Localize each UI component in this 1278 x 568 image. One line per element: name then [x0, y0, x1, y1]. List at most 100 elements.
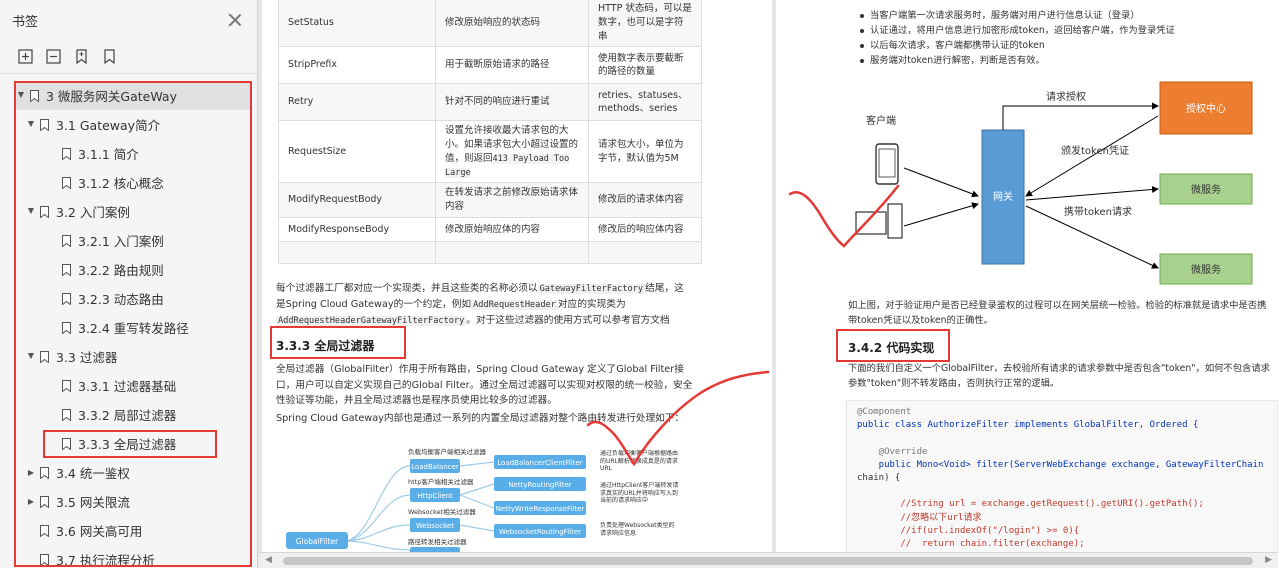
- collapse-arrow-icon[interactable]: [48, 149, 58, 159]
- cell-filter-name: ModifyRequestBody: [278, 182, 436, 218]
- bookmark-item[interactable]: ▲ 3.2 入门案例: [14, 197, 250, 226]
- code-line: public Mono<Void> filter(ServerWebExchan…: [857, 459, 1264, 470]
- collapse-arrow-icon[interactable]: ▲: [26, 120, 36, 130]
- collapse-arrow-icon[interactable]: [48, 410, 58, 420]
- bookmark-item[interactable]: 3.3.2 局部过滤器: [14, 400, 250, 429]
- bookmarks-panel: 书签 ▲ 3 微服务网关GateWay ▲ 3.1 Gateway简介 3.1.1 简介…: [0, 0, 258, 568]
- bookmark-item[interactable]: ▲ 3.3 过滤器: [14, 342, 250, 371]
- bookmark-icon: [62, 234, 71, 247]
- bookmark-item[interactable]: 3.2.3 动态路由: [14, 284, 250, 313]
- bookmark-label: 3.1.2 核心概念: [78, 176, 164, 191]
- bookmark-label: 3.2.4 重写转发路径: [78, 321, 189, 336]
- code-line: //if(url.indexOf("/login") >= 0){: [857, 525, 1080, 536]
- bookmark-label: 3.5 网关限流: [56, 495, 130, 510]
- code-line: @Component: [857, 407, 912, 417]
- bookmark-item[interactable]: 3.1.1 简介: [14, 139, 250, 168]
- auth-flow-diagram: 客户端 网关 授权中心 微服务 微服务 请求授权 颁发token凭证 携带tok…: [855, 81, 1253, 285]
- scrollbar-thumb[interactable]: [283, 557, 1253, 565]
- collapse-arrow-icon[interactable]: [26, 555, 36, 565]
- bookmark-label: 3.2.2 路由规则: [78, 263, 164, 278]
- bookmarks-header: 书签: [0, 0, 257, 40]
- bookmark-item[interactable]: ▲ 3.1 Gateway简介: [14, 110, 250, 139]
- bookmark-label: 3.1 Gateway简介: [56, 118, 161, 133]
- collapse-arrow-icon[interactable]: [48, 439, 58, 449]
- scroll-left-icon[interactable]: ◀: [265, 555, 272, 565]
- add-bookmark-icon[interactable]: [72, 48, 90, 66]
- bookmark-label: 3.3.3 全局过滤器: [78, 437, 177, 452]
- bookmark-icon: [62, 408, 71, 421]
- svg-text:Websocket相关过滤器: Websocket相关过滤器: [408, 507, 476, 516]
- cell-filter-effect: 设置允许接收最大请求包的大小。如果请求包大小超过设置的值，则返回413 Payl…: [435, 120, 589, 184]
- svg-text:Websocket: Websocket: [416, 522, 454, 530]
- collapse-arrow-icon[interactable]: [48, 294, 58, 304]
- horizontal-scrollbar[interactable]: ◀ ▶: [259, 552, 1278, 568]
- bookmark-icon: [30, 89, 39, 102]
- svg-text:负载均衡客户端相关过滤器: 负载均衡客户端相关过滤器: [408, 447, 487, 456]
- cell-filter-param: 请求包大小，单位为字节，默认值为5M: [588, 120, 702, 184]
- bookmark-item[interactable]: 3.6 网关高可用: [14, 516, 250, 545]
- table-row: RequestSize 设置允许接收最大请求包的大小。如果请求包大小超过设置的值，…: [278, 120, 702, 184]
- collapse-arrow-icon[interactable]: ▲: [16, 91, 26, 101]
- bookmark-icon: [62, 379, 71, 392]
- collapse-arrow-icon[interactable]: [48, 381, 58, 391]
- list-item: 服务端对token进行解密，判断是否有效。: [860, 53, 1175, 68]
- code-line: // return chain.filter(exchange);: [857, 539, 1085, 549]
- bookmark-item[interactable]: 3.2.1 入门案例: [14, 226, 250, 255]
- bookmark-icon[interactable]: [100, 48, 118, 66]
- expand-arrow-icon[interactable]: ▶: [26, 468, 36, 478]
- bookmark-item[interactable]: 3.7 执行流程分析: [14, 545, 250, 568]
- bookmark-label: 3.6 网关高可用: [56, 524, 143, 539]
- cell-filter-effect: 修改原始响应体的内容: [435, 216, 589, 242]
- collapse-arrow-icon[interactable]: [48, 236, 58, 246]
- cell-filter-name: SetStatus: [278, 0, 436, 48]
- bookmark-item[interactable]: 3.1.2 核心概念: [14, 168, 250, 197]
- bookmarks-toolbar: [0, 40, 257, 74]
- collapse-arrow-icon[interactable]: [48, 178, 58, 188]
- bookmark-label: 3.7 执行流程分析: [56, 553, 155, 568]
- scroll-right-icon[interactable]: ▶: [1265, 555, 1272, 565]
- cell-filter-param: 修改后的响应体内容: [588, 216, 702, 242]
- bookmark-item[interactable]: 3.3.1 过滤器基础: [14, 371, 250, 400]
- bookmark-item[interactable]: 3.2.4 重写转发路径: [14, 313, 250, 342]
- svg-text:WebsocketRoutingFilter: WebsocketRoutingFilter: [499, 528, 581, 536]
- svg-text:GlobalFilter: GlobalFilter: [296, 537, 339, 546]
- bookmark-icon: [40, 118, 49, 131]
- bookmark-icon: [40, 205, 49, 218]
- code-line: //String url = exchange.getRequest().get…: [857, 499, 1204, 510]
- cell-filter-name: StripPrefix: [278, 46, 436, 85]
- svg-text:携带token请求: 携带token请求: [1064, 205, 1132, 218]
- collapse-arrow-icon[interactable]: ▲: [26, 352, 36, 362]
- close-icon[interactable]: [227, 12, 243, 28]
- svg-text:网关: 网关: [993, 190, 1013, 203]
- bookmark-icon: [62, 176, 71, 189]
- svg-text:http客户端相关过滤器: http客户端相关过滤器: [408, 477, 474, 486]
- cell-filter-effect: 针对不同的响应进行重试: [435, 83, 589, 122]
- code-line: public class AuthorizeFilter implements …: [857, 420, 1199, 431]
- svg-text:LoadBalancerClientFilter: LoadBalancerClientFilter: [497, 459, 582, 467]
- cell-filter-param: 使用数字表示要截断的路径的数量: [588, 46, 702, 85]
- cell-filter-param: 修改后的请求体内容: [588, 182, 702, 218]
- bookmark-item[interactable]: 3.2.2 路由规则: [14, 255, 250, 284]
- bookmark-icon: [40, 495, 49, 508]
- paragraph-filter-factory: 每个过滤器工厂都对应一个实现类，并且这些类的名称必须以 GatewayFilter…: [276, 283, 684, 326]
- collapse-all-icon[interactable]: [44, 48, 62, 66]
- collapse-arrow-icon[interactable]: [48, 265, 58, 275]
- bookmark-icon: [40, 553, 49, 566]
- expand-all-icon[interactable]: [16, 48, 34, 66]
- cell-filter-name: RequestSize: [278, 120, 436, 184]
- table-row: Retry 针对不同的响应进行重试 retries、statuses、methods…: [278, 83, 702, 122]
- cell-filter-effect: 在转发请求之前修改原始请求体内容: [435, 182, 589, 218]
- pdf-page-left: SetStatus 修改原始响应的状态码 HTTP 状态码，可以是数字，也可以是字符…: [262, 0, 772, 552]
- bookmark-item[interactable]: ▶ 3.5 网关限流: [14, 487, 250, 516]
- expand-arrow-icon[interactable]: ▶: [26, 497, 36, 507]
- bookmark-item[interactable]: ▶ 3.4 统一鉴权: [14, 458, 250, 487]
- collapse-arrow-icon[interactable]: [48, 323, 58, 333]
- bookmark-label: 3.3 过滤器: [56, 350, 118, 365]
- filter-table: SetStatus 修改原始响应的状态码 HTTP 状态码，可以是数字，也可以是字符…: [278, 0, 702, 264]
- bookmark-item[interactable]: 3.3.3 全局过滤器: [14, 429, 250, 458]
- collapse-arrow-icon[interactable]: [26, 526, 36, 536]
- bookmark-label: 3.4 统一鉴权: [56, 466, 130, 481]
- collapse-arrow-icon[interactable]: ▲: [26, 207, 36, 217]
- bookmark-item[interactable]: ▲ 3 微服务网关GateWay: [14, 81, 250, 110]
